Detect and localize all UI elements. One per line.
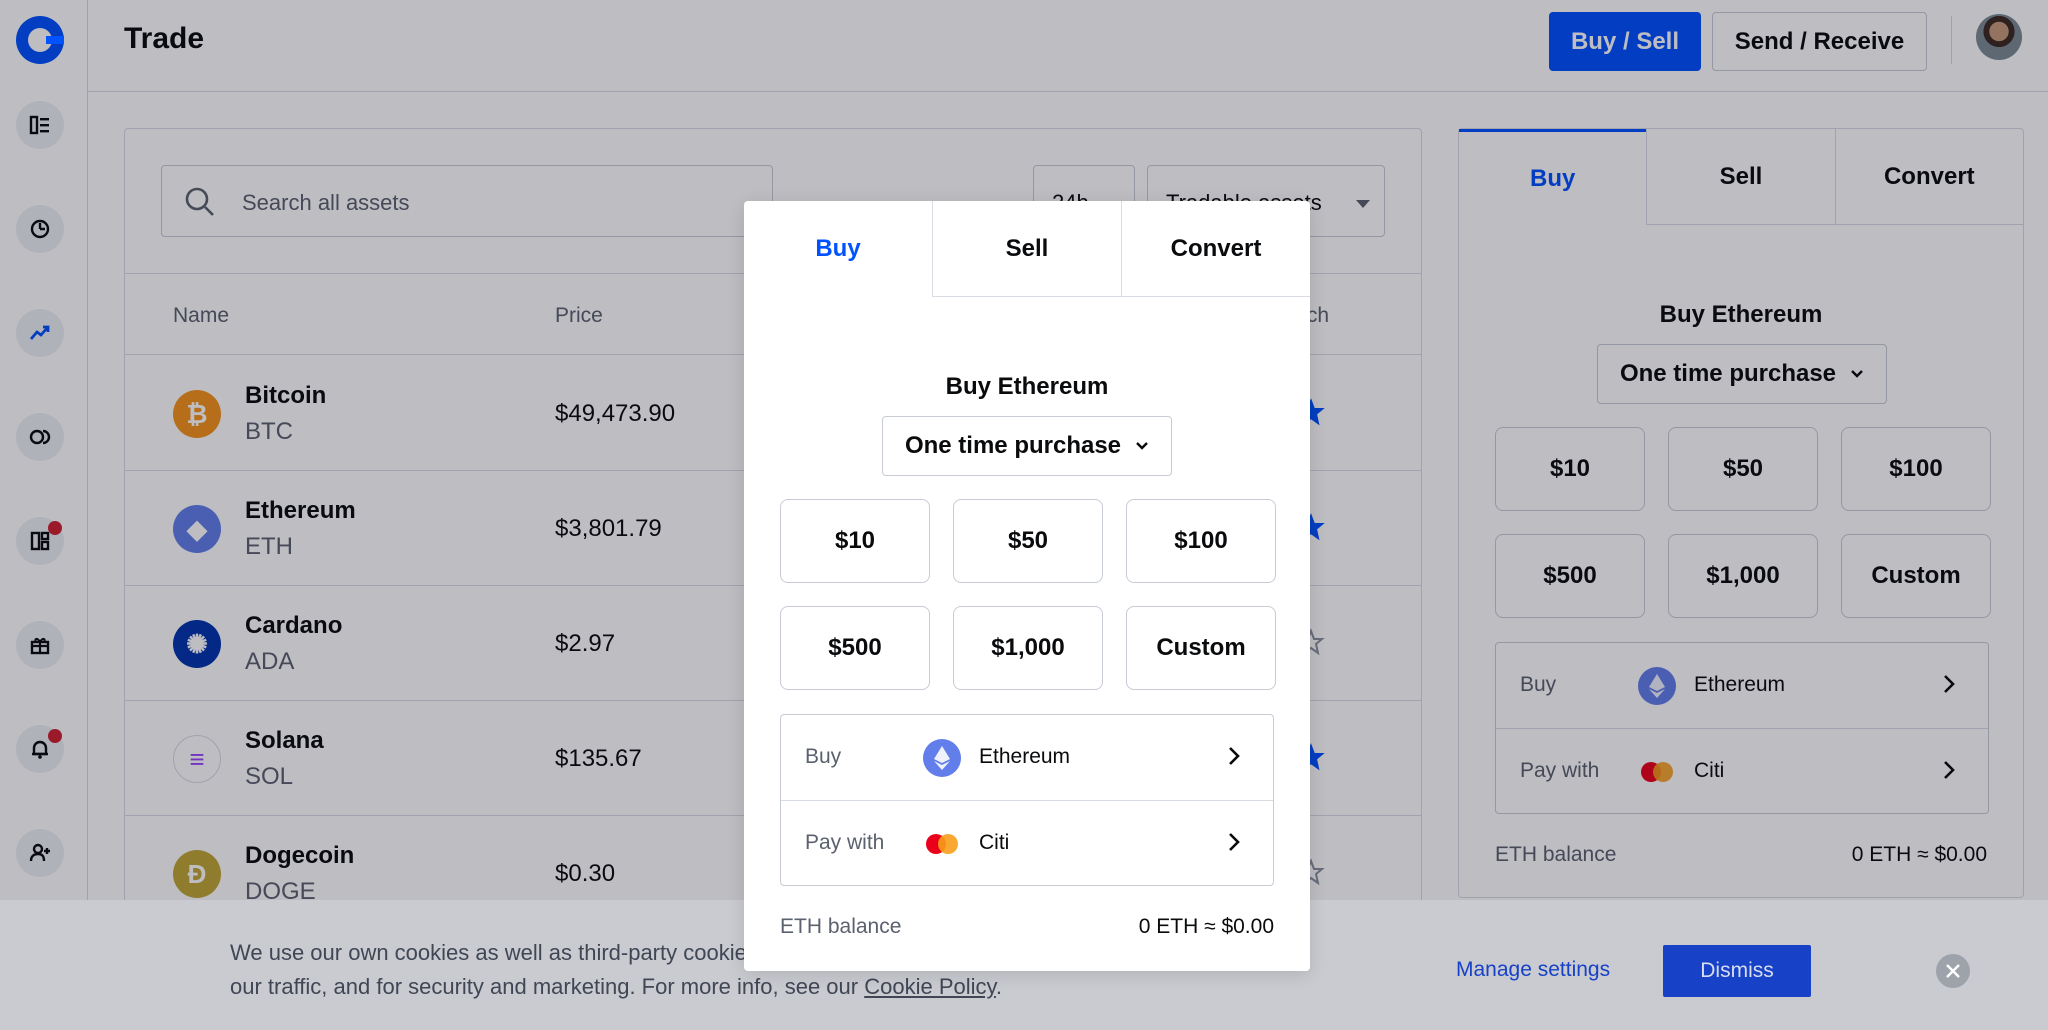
tab-convert[interactable]: Convert: [1121, 201, 1310, 297]
mastercard-icon: [926, 834, 958, 854]
cookie-text-end: .: [995, 974, 1002, 999]
buy-modal: Buy Sell Convert Buy Ethereum One time p…: [744, 201, 1310, 971]
amount-button[interactable]: $100: [1126, 499, 1276, 583]
payment-method-row[interactable]: Pay with Citi: [781, 800, 1273, 885]
order-details: Buy Ethereum Pay with Citi: [780, 714, 1274, 886]
amount-button[interactable]: $1,000: [953, 606, 1103, 690]
tab-buy[interactable]: Buy: [744, 201, 932, 297]
cookie-policy-link[interactable]: Cookie Policy: [864, 974, 996, 999]
amount-button[interactable]: $10: [780, 499, 930, 583]
balance-label: ETH balance: [780, 915, 902, 938]
tab-sell[interactable]: Sell: [932, 201, 1121, 297]
payment-method-value: Citi: [979, 831, 1010, 854]
amount-button[interactable]: $500: [780, 606, 930, 690]
amount-button[interactable]: $50: [953, 499, 1103, 583]
chevron-right-icon: [1229, 747, 1240, 765]
chevron-down-icon: [1136, 442, 1148, 450]
buy-asset-row[interactable]: Buy Ethereum: [781, 715, 1273, 800]
buy-asset-value: Ethereum: [979, 745, 1071, 768]
buy-label: Buy: [805, 745, 842, 768]
balance-value: 0 ETH ≈ $0.00: [1138, 915, 1274, 938]
pay-with-label: Pay with: [805, 831, 885, 854]
frequency-label: One time purchase: [904, 432, 1122, 459]
ethereum-icon: [923, 739, 961, 777]
chevron-right-icon: [1229, 833, 1240, 851]
frequency-select[interactable]: One time purchase: [882, 416, 1172, 476]
manage-settings-link[interactable]: Manage settings: [1456, 958, 1610, 982]
dismiss-button[interactable]: Dismiss: [1663, 945, 1811, 997]
close-icon[interactable]: [1936, 954, 1970, 988]
modal-trade-tabs: Buy Sell Convert: [744, 201, 1310, 297]
buy-title: Buy Ethereum: [945, 373, 1109, 400]
custom-amount-button[interactable]: Custom: [1126, 606, 1276, 690]
